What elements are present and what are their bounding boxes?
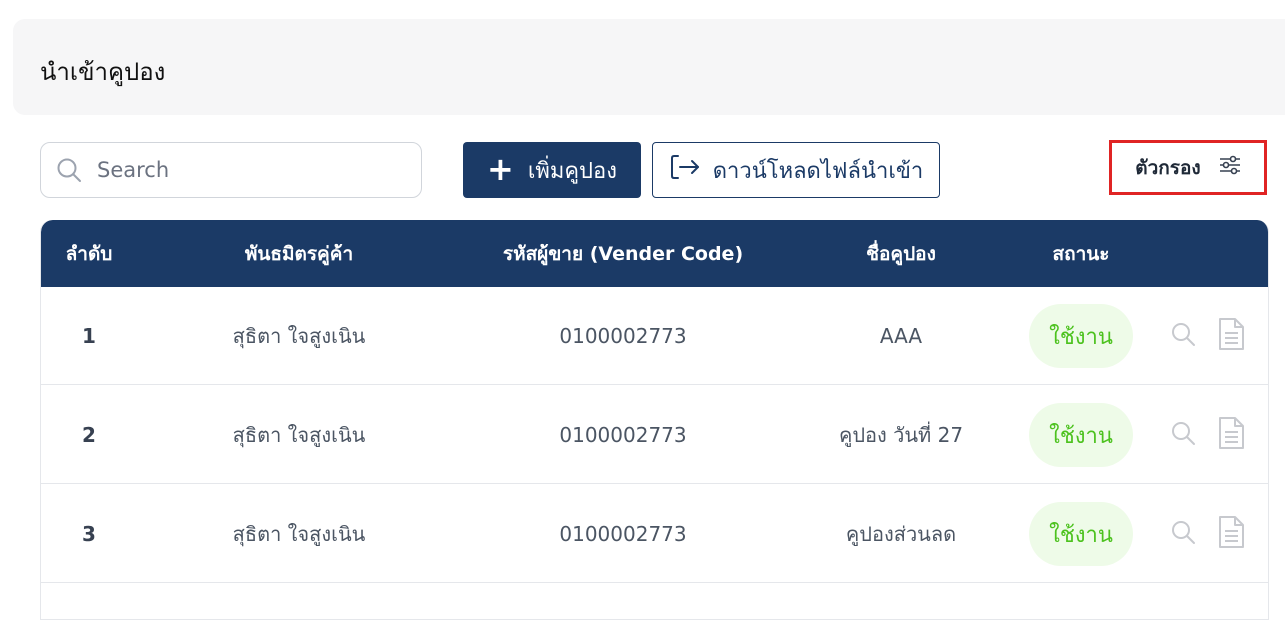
status-cell: ใช้งาน <box>1029 485 1133 583</box>
vendor-code: 0100002773 <box>559 423 687 447</box>
view-button[interactable] <box>1167 386 1199 484</box>
filter-button[interactable]: ตัวกรอง <box>1109 140 1267 195</box>
view-button[interactable] <box>1167 287 1199 385</box>
table-row: 3 สุธิตา ใจสูงเนิน 0100002773 คูปองส่วนล… <box>41 485 1268 583</box>
magnifier-icon <box>1170 519 1196 550</box>
partner-name: สุธิตา ใจสูงเนิน <box>232 522 366 546</box>
column-header-vendor-code: รหัสผู้ขาย (Vender Code) <box>502 242 744 265</box>
import-arrow-icon <box>669 153 701 187</box>
magnifier-icon <box>1170 321 1196 352</box>
status-badge: ใช้งาน <box>1029 502 1133 566</box>
document-icon <box>1217 515 1245 554</box>
column-header-partner: พันธมิตรคู่ค้า <box>244 242 354 265</box>
add-coupon-label: เพิ่มคูปอง <box>527 158 617 184</box>
magnifier-icon <box>1170 420 1196 451</box>
document-button[interactable] <box>1215 485 1247 583</box>
document-icon <box>1217 317 1245 356</box>
partner-name: สุธิตา ใจสูงเนิน <box>232 423 366 447</box>
table-header: ลำดับ พันธมิตรคู่ค้า รหัสผู้ขาย (Vender … <box>41 220 1268 287</box>
status-cell: ใช้งาน <box>1029 386 1133 484</box>
page-title: นำเข้าคูปอง <box>40 58 166 86</box>
filter-label: ตัวกรอง <box>1135 156 1201 179</box>
coupon-table: ลำดับ พันธมิตรคู่ค้า รหัสผู้ขาย (Vender … <box>40 220 1269 620</box>
view-button[interactable] <box>1167 485 1199 583</box>
add-coupon-button[interactable]: + เพิ่มคูปอง <box>463 142 641 198</box>
download-import-file-button[interactable]: ดาวน์โหลดไฟล์นำเข้า <box>652 142 940 198</box>
status-badge: ใช้งาน <box>1029 403 1133 467</box>
coupon-name: AAA <box>879 324 923 348</box>
document-button[interactable] <box>1215 287 1247 385</box>
coupon-name: คูปองส่วนลด <box>845 522 957 546</box>
sliders-icon <box>1219 155 1241 180</box>
status-cell: ใช้งาน <box>1029 287 1133 385</box>
search-icon <box>55 156 83 184</box>
vendor-code: 0100002773 <box>559 522 687 546</box>
document-button[interactable] <box>1215 386 1247 484</box>
column-header-no: ลำดับ <box>65 242 113 265</box>
vendor-code: 0100002773 <box>559 324 687 348</box>
search-input[interactable] <box>97 150 397 190</box>
partner-name: สุธิตา ใจสูงเนิน <box>232 324 366 348</box>
column-header-status: สถานะ <box>1052 242 1110 265</box>
document-icon <box>1217 416 1245 455</box>
column-header-coupon-name: ชื่อคูปอง <box>866 242 936 265</box>
download-import-file-label: ดาวน์โหลดไฟล์นำเข้า <box>712 158 924 184</box>
row-number: 2 <box>82 423 96 447</box>
row-number: 1 <box>82 324 96 348</box>
coupon-name: คูปอง วันที่ 27 <box>838 423 964 447</box>
table-row: 2 สุธิตา ใจสูงเนิน 0100002773 คูปอง วันท… <box>41 386 1268 484</box>
status-badge: ใช้งาน <box>1029 304 1133 368</box>
table-row: 1 สุธิตา ใจสูงเนิน 0100002773 AAA ใช้งาน <box>41 287 1268 385</box>
row-number: 3 <box>82 522 96 546</box>
search-box[interactable] <box>40 142 422 198</box>
plus-icon: + <box>487 149 514 188</box>
header-card <box>13 19 1285 115</box>
